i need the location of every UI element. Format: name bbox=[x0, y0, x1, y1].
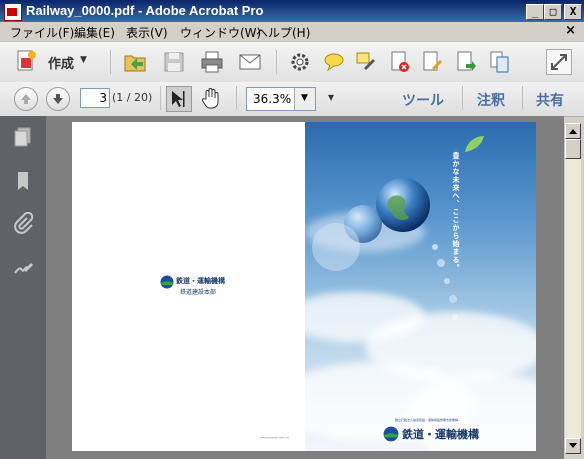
main-toolbar: 作成 ▼ bbox=[0, 41, 584, 83]
comment-icon[interactable] bbox=[322, 50, 346, 74]
cover-logo: 独立行政法人鉄道建設・運輸施設整備支援機構 鉄道・運輸機構 bbox=[383, 418, 533, 444]
share-button[interactable]: 共有 bbox=[536, 90, 564, 110]
comment-button[interactable]: 注釈 bbox=[477, 90, 505, 110]
navigation-pane bbox=[0, 116, 47, 459]
attachments-icon[interactable] bbox=[12, 212, 34, 234]
title-bar[interactable]: Railway_0000.pdf - Adobe Acrobat Pro _ □… bbox=[0, 0, 584, 22]
cover-artwork: 豊かな未来へ、ここから始まる。 独立行政法人鉄道建設・運輸施設整備支援機構 鉄道… bbox=[305, 122, 536, 451]
vertical-scrollbar[interactable] bbox=[564, 123, 581, 454]
earth-globe-large-icon bbox=[376, 178, 430, 232]
scroll-down-button[interactable] bbox=[565, 438, 581, 454]
menu-file[interactable]: ファイル(F) bbox=[10, 24, 74, 41]
left-logo-line1: 鉄道・運輸機構 bbox=[176, 277, 225, 285]
print-icon[interactable] bbox=[200, 50, 224, 74]
toolbar-options-icon[interactable]: ▾ bbox=[328, 90, 334, 104]
gear-icon[interactable] bbox=[288, 50, 312, 74]
menu-bar: ファイル(F) 編集(E) 表示(V) ウィンドウ(W) ヘルプ(H) × bbox=[0, 22, 584, 41]
close-button[interactable]: X bbox=[564, 4, 582, 20]
left-logo-line2: 鉄道建設本部 bbox=[180, 289, 217, 296]
create-pdf-icon bbox=[17, 50, 36, 71]
select-cursor-icon bbox=[172, 91, 185, 107]
arrow-down-icon bbox=[53, 94, 63, 104]
cover-logo-text: 鉄道・運輸機構 bbox=[402, 428, 479, 441]
jrtt-logo-icon bbox=[160, 275, 174, 289]
page-thumbnails-icon[interactable] bbox=[12, 126, 34, 148]
export-document-icon[interactable] bbox=[454, 50, 478, 74]
create-dropdown-arrow-icon: ▼ bbox=[80, 55, 87, 65]
navigation-toolbar: (1 / 20) 36.3% ▼ ▾ ツール 注釈 共有 bbox=[0, 82, 584, 117]
zoom-dropdown-button[interactable]: ▼ bbox=[294, 88, 315, 110]
earth-globe-faint-icon bbox=[312, 223, 360, 271]
chevron-down-icon: ▼ bbox=[301, 93, 308, 103]
maximize-button[interactable]: □ bbox=[544, 4, 562, 20]
remove-document-icon[interactable] bbox=[388, 50, 412, 74]
window-title: Railway_0000.pdf - Adobe Acrobat Pro bbox=[26, 3, 264, 18]
pdf-app-icon bbox=[4, 3, 22, 21]
left-page-logo: 鉄道・運輸機構 鉄道建設本部 bbox=[160, 275, 225, 305]
leaf-icon bbox=[465, 136, 484, 152]
next-page-button[interactable] bbox=[46, 87, 70, 111]
cover-logo-small-text: 独立行政法人鉄道建設・運輸施設整備支援機構 bbox=[395, 418, 459, 422]
previous-page-button[interactable] bbox=[14, 87, 38, 111]
bookmarks-icon[interactable] bbox=[12, 170, 34, 192]
save-icon[interactable] bbox=[162, 50, 186, 74]
jrtt-logo-icon bbox=[383, 426, 399, 442]
sign-document-icon[interactable] bbox=[420, 50, 444, 74]
scroll-thumb[interactable] bbox=[565, 139, 581, 159]
menu-help[interactable]: ヘルプ(H) bbox=[256, 24, 310, 41]
toolbar-separator bbox=[160, 86, 161, 110]
toolbar-separator bbox=[110, 50, 111, 74]
create-label: 作成 bbox=[48, 57, 75, 72]
menu-window[interactable]: ウィンドウ(W) bbox=[180, 24, 261, 41]
select-tool-button[interactable] bbox=[166, 86, 192, 112]
toolbar-separator bbox=[236, 86, 237, 110]
toolbar-separator bbox=[462, 86, 463, 110]
expand-view-button[interactable] bbox=[546, 49, 572, 75]
hand-tool-icon[interactable] bbox=[200, 87, 222, 109]
page-footer-text: ━━━━━━━━━━ ━━━ ━━ bbox=[260, 436, 289, 440]
scroll-up-arrow-icon bbox=[569, 129, 577, 134]
menu-view[interactable]: 表示(V) bbox=[126, 24, 168, 41]
page-number-input[interactable] bbox=[80, 88, 110, 108]
combine-files-icon[interactable] bbox=[488, 50, 512, 74]
page-count: (1 / 20) bbox=[112, 91, 153, 104]
tools-button[interactable]: ツール bbox=[402, 90, 444, 110]
zoom-value: 36.3% bbox=[253, 92, 292, 106]
cover-tagline: 豊かな未来へ、ここから始まる。 bbox=[452, 152, 460, 272]
open-folder-icon[interactable] bbox=[123, 50, 147, 74]
expand-arrows-icon bbox=[551, 54, 567, 70]
zoom-select[interactable]: 36.3% ▼ bbox=[246, 87, 316, 111]
create-button[interactable]: 作成 ▼ bbox=[10, 48, 104, 74]
toolbar-separator bbox=[276, 50, 277, 74]
minimize-button[interactable]: _ bbox=[526, 4, 544, 20]
menu-edit[interactable]: 編集(E) bbox=[74, 24, 115, 41]
highlight-text-icon[interactable] bbox=[354, 50, 378, 74]
arrow-up-icon bbox=[21, 94, 31, 104]
signatures-icon[interactable] bbox=[12, 256, 34, 278]
close-document-icon[interactable]: × bbox=[565, 23, 576, 38]
toolbar-separator bbox=[522, 86, 523, 110]
scroll-up-button[interactable] bbox=[565, 123, 581, 139]
email-icon[interactable] bbox=[238, 50, 262, 74]
scroll-down-arrow-icon bbox=[569, 443, 577, 448]
